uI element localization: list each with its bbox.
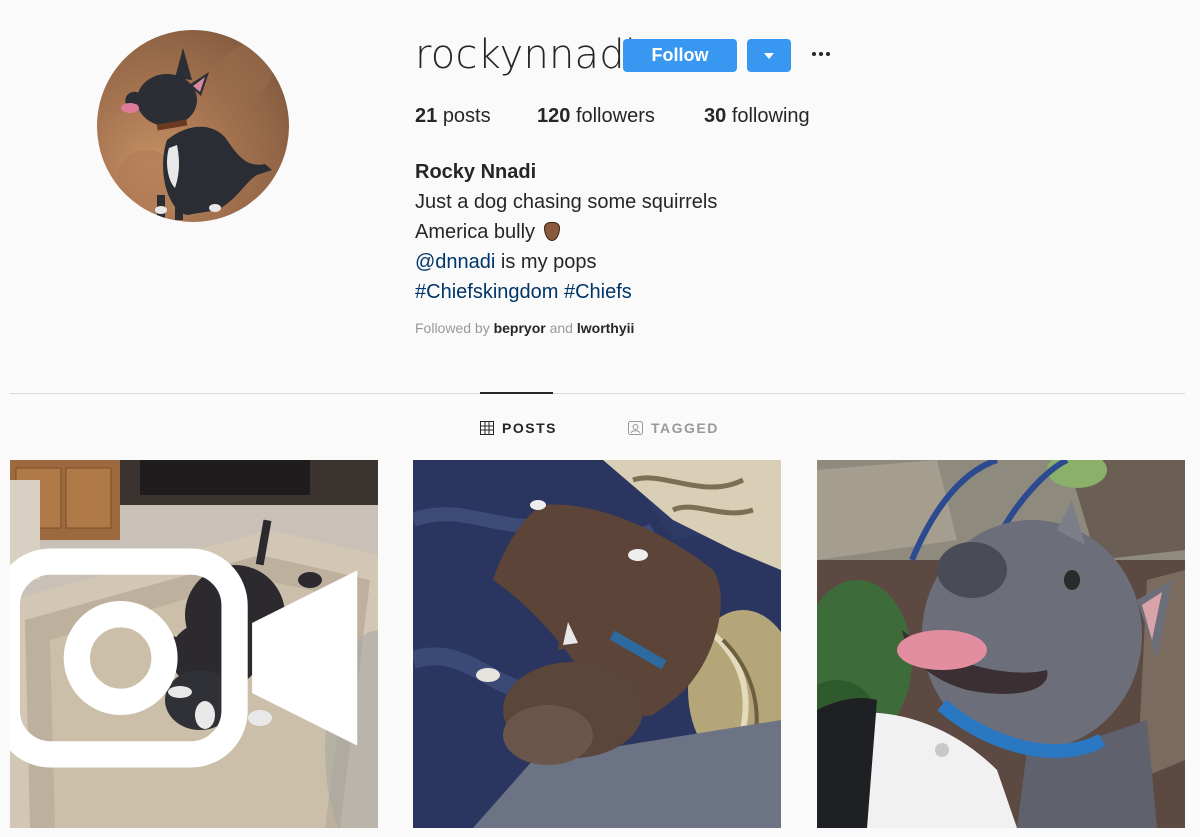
suggestions-dropdown-button[interactable] (747, 39, 791, 72)
follow-button[interactable]: Follow (623, 39, 737, 72)
profile-page: rockynnadi Follow 21 posts 120 followers… (0, 0, 1200, 837)
tab-tagged[interactable]: TAGGED (628, 418, 719, 438)
active-tab-indicator (480, 392, 553, 394)
profile-username: rockynnadi (415, 32, 637, 78)
post-image (817, 460, 1185, 828)
followed-by-conj: and (545, 320, 577, 336)
bio-line-3: @dnnadi is my pops (415, 247, 717, 277)
grid-icon (480, 421, 494, 435)
ellipsis-dot-icon (819, 52, 823, 56)
post-thumbnail[interactable] (817, 460, 1185, 828)
video-icon (10, 548, 358, 768)
follower-username: bepryor (493, 320, 546, 336)
tab-posts-label: POSTS (502, 420, 557, 436)
posts-label: posts (442, 105, 491, 127)
caret-down-icon (764, 52, 774, 59)
post-thumbnail[interactable] (413, 460, 781, 828)
posts-count: 21 (415, 105, 438, 127)
tagged-icon (628, 421, 643, 435)
posts-count-stat: 21 posts (415, 105, 491, 128)
post-thumbnail[interactable] (10, 460, 378, 828)
profile-full-name: Rocky Nnadi (415, 161, 537, 183)
bio-line-4: #Chiefskingdom #Chiefs (415, 277, 717, 307)
following-label: following (731, 105, 810, 127)
more-options-button[interactable] (808, 42, 834, 66)
profile-bio: Rocky Nnadi Just a dog chasing some squi… (415, 157, 717, 307)
followed-by-prefix: Followed by (415, 320, 494, 336)
following-count: 30 (704, 105, 727, 127)
section-divider (10, 393, 1185, 394)
ellipsis-dot-icon (826, 52, 830, 56)
hashtag-link[interactable]: #Chiefs (564, 281, 632, 303)
followers-label: followers (575, 105, 655, 127)
followed-by-info[interactable]: Followed by bepryor and lworthyii (415, 320, 634, 336)
follower-username: lworthyii (576, 320, 635, 336)
tab-posts[interactable]: POSTS (480, 418, 557, 438)
bio-line-3-text: is my pops (495, 251, 597, 273)
tab-tagged-label: TAGGED (651, 420, 719, 436)
mention-link[interactable]: @dnnadi (415, 251, 495, 273)
bio-line-2-text: America bully (415, 221, 536, 243)
ellipsis-dot-icon (812, 52, 816, 56)
followers-link[interactable]: 120 followers (537, 105, 655, 128)
post-image (413, 460, 781, 828)
following-link[interactable]: 30 following (704, 105, 810, 128)
followers-count: 120 (537, 105, 571, 127)
shield-emoji-icon (543, 222, 560, 241)
bio-line-2: America bully (415, 217, 717, 247)
profile-avatar[interactable] (97, 30, 289, 222)
dog-avatar-image (117, 45, 272, 220)
bio-line-1: Just a dog chasing some squirrels (415, 191, 718, 213)
hashtag-link[interactable]: #Chiefskingdom (415, 281, 558, 303)
